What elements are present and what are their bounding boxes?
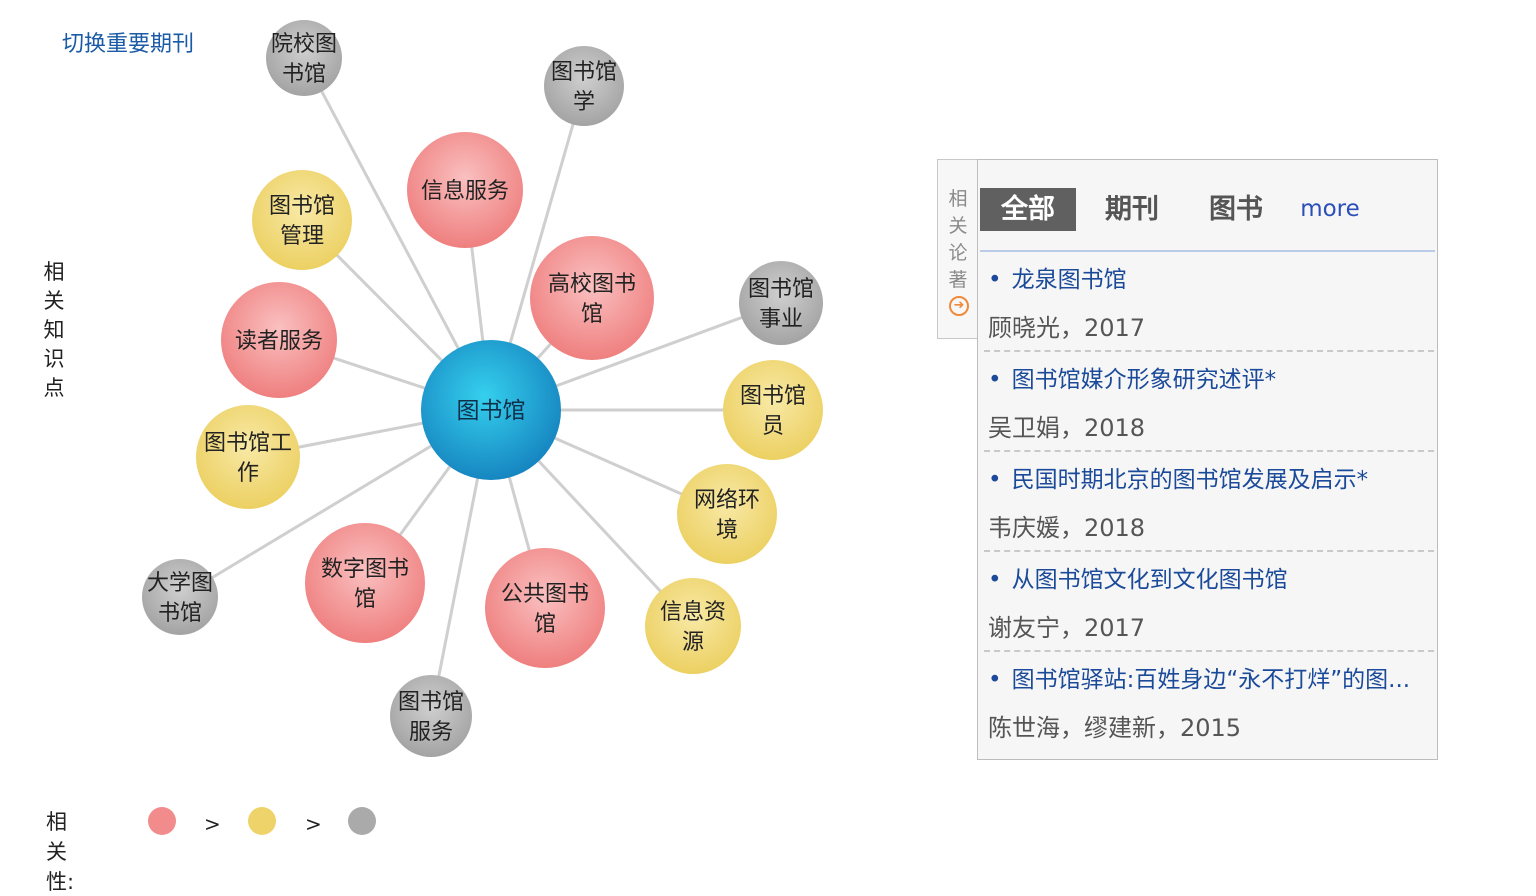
legend-mid-dot: [248, 807, 276, 835]
graph-node-circle[interactable]: [196, 405, 300, 509]
graph-node-label: 大学图: [147, 571, 213, 596]
knowledge-graph: 院校图书馆 图书馆学信息服务图书馆管理高校图书馆图书馆事业读者服务图书馆员图书馆工…: [142, 20, 823, 757]
graph-node[interactable]: 图书馆事业: [739, 261, 823, 345]
graph-node-label: 境: [716, 518, 738, 543]
graph-node-label: 图书馆: [269, 194, 335, 219]
graph-node-circle[interactable]: [485, 548, 605, 668]
graph-center-label: 图书馆: [457, 398, 526, 424]
list-item: • 民国时期北京的图书馆发展及启示* 韦庆媛，2018: [984, 452, 1434, 552]
graph-node[interactable]: 读者服务: [221, 282, 337, 398]
graph-node[interactable]: 高校图书馆: [530, 236, 654, 360]
graph-node-label: 书馆: [158, 601, 202, 626]
graph-node-label: 馆: [354, 587, 376, 612]
graph-node-label: 图书馆: [398, 690, 464, 715]
graph-node-label: 服务: [409, 720, 453, 745]
graph-node-label: 图书馆: [551, 60, 617, 85]
graph-node-label: 源: [682, 630, 704, 655]
tab-all[interactable]: 全部: [980, 188, 1076, 231]
item-meta: 顾晓光，2017: [988, 314, 1146, 342]
graph-node-circle[interactable]: [252, 170, 352, 270]
graph-node-label: 馆: [581, 302, 603, 327]
legend-label: 相关性:: [46, 810, 75, 894]
arrow-right-icon[interactable]: ➜: [949, 296, 969, 316]
graph-node-circle[interactable]: [530, 236, 654, 360]
item-title-link[interactable]: • 龙泉图书馆: [988, 260, 1127, 294]
list-item: • 图书馆媒介形象研究述评* 吴卫娟，2018: [984, 352, 1434, 452]
legend-high-dot: [148, 807, 176, 835]
list-item: • 图书馆驿站:百姓身边“永不打烊”的图... 陈世海，缪建新，2015: [984, 652, 1434, 752]
item-title-link[interactable]: • 从图书馆文化到文化图书馆: [988, 560, 1288, 594]
graph-node-label: 管理: [280, 224, 324, 249]
panel-tabs: 全部 期刊 图书 more: [980, 188, 1435, 232]
item-title-link[interactable]: • 图书馆驿站:百姓身边“永不打烊”的图...: [988, 660, 1410, 694]
graph-node-label: 数字图书: [321, 557, 409, 582]
graph-node[interactable]: 图书馆服务: [390, 675, 472, 757]
legend-gt-1: >: [204, 812, 221, 836]
graph-node[interactable]: 公共图书馆: [485, 548, 605, 668]
item-meta: 谢友宁，2017: [988, 614, 1146, 642]
legend-gt-2: >: [305, 812, 322, 836]
graph-node[interactable]: 图书馆管理: [252, 170, 352, 270]
graph-node[interactable]: 图书馆学: [544, 46, 624, 126]
graph-center-node[interactable]: 图书馆: [421, 340, 561, 480]
graph-node[interactable]: 大学图书馆: [142, 559, 218, 635]
graph-node-circle[interactable]: [305, 523, 425, 643]
graph-node-label: 作: [237, 461, 259, 486]
graph-node[interactable]: 网络环境: [677, 464, 777, 564]
graph-node-label: 信息服务: [421, 179, 509, 204]
tab-journals[interactable]: 期刊: [1092, 188, 1172, 231]
item-meta: 韦庆媛，2018: [988, 514, 1146, 542]
graph-node[interactable]: 图书馆工作: [196, 405, 300, 509]
item-meta: 陈世海，缪建新，2015: [988, 714, 1242, 742]
graph-node-label: 图书馆: [740, 384, 806, 409]
graph-node-label: 图书馆: [748, 277, 814, 302]
graph-node-label: 高校图书: [548, 272, 636, 297]
item-title-link[interactable]: • 图书馆媒介形象研究述评*: [988, 360, 1276, 394]
item-meta: 吴卫娟，2018: [988, 414, 1146, 442]
side-tab-label: 相关论著: [948, 188, 968, 291]
graph-node-label: 公共图书: [501, 582, 589, 607]
tab-more[interactable]: more: [1298, 188, 1362, 231]
graph-node-label: 馆: [534, 612, 556, 637]
graph-node[interactable]: 信息资源: [645, 578, 741, 674]
list-item: • 从图书馆文化到文化图书馆 谢友宁，2017: [984, 552, 1434, 652]
graph-node[interactable]: 图书馆员: [723, 360, 823, 460]
item-title-link[interactable]: • 民国时期北京的图书馆发展及启示*: [988, 460, 1368, 494]
graph-node-label: 网络环: [694, 488, 760, 513]
graph-node[interactable]: 数字图书馆: [305, 523, 425, 643]
graph-node-label: 事业: [759, 307, 803, 332]
graph-node-circle[interactable]: [677, 464, 777, 564]
related-works-side-tab[interactable]: 相关论著 ➜: [937, 159, 977, 339]
graph-node-circle[interactable]: [723, 360, 823, 460]
graph-node-label: 读者服务: [235, 329, 323, 354]
graph-node[interactable]: 院校图书馆: [266, 20, 342, 96]
graph-node-label: 院校图: [271, 32, 337, 57]
graph-node-label: 书馆: [282, 62, 326, 87]
graph-node-label: 员: [762, 414, 784, 439]
graph-node[interactable]: 信息服务: [407, 132, 523, 248]
graph-node-label: 学: [573, 90, 595, 115]
tab-books[interactable]: 图书: [1196, 188, 1276, 231]
graph-node-circle[interactable]: [739, 261, 823, 345]
graph-node-label: 信息资: [660, 600, 726, 625]
graph-node-label: 图书馆工: [204, 431, 292, 456]
list-item: • 龙泉图书馆 顾晓光，2017: [984, 252, 1434, 352]
legend-low-dot: [348, 807, 376, 835]
related-works-panel: 全部 期刊 图书 more • 龙泉图书馆 顾晓光，2017 • 图书馆媒介形象研究…: [977, 159, 1438, 760]
graph-node-circle[interactable]: [645, 578, 741, 674]
